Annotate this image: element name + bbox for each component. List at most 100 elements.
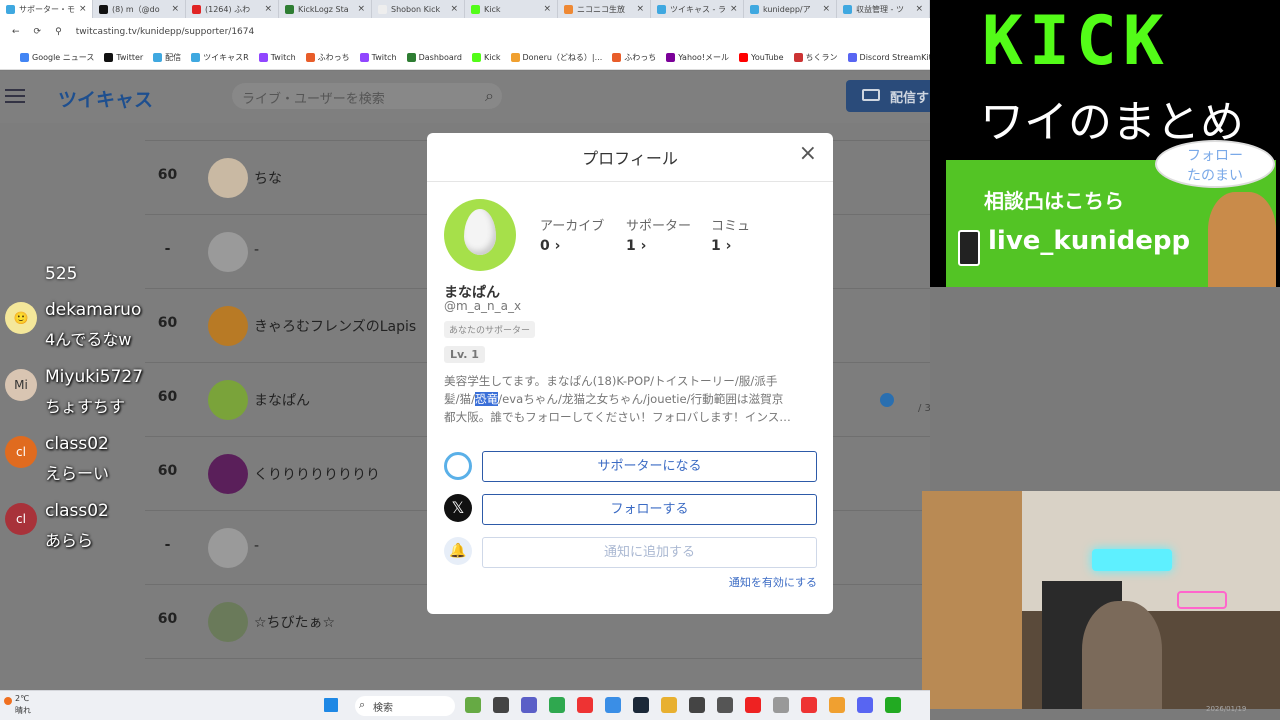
avatar[interactable] bbox=[208, 528, 248, 568]
search-input[interactable]: ライブ・ユーザーを検索 ⌕ bbox=[232, 83, 502, 109]
avatar[interactable] bbox=[208, 380, 248, 420]
add-notification-button[interactable]: 通知に追加する bbox=[482, 537, 817, 568]
taskbar-app-icon[interactable] bbox=[661, 697, 677, 713]
supporter-name[interactable]: - bbox=[254, 242, 259, 258]
supporter-name[interactable]: くりりりりりりりり bbox=[254, 464, 380, 484]
close-tab-icon[interactable]: × bbox=[264, 4, 272, 14]
taskbar-app-icon[interactable] bbox=[577, 697, 593, 713]
bookmark-label: Twitch bbox=[371, 53, 397, 62]
site-logo[interactable]: ツイキャス bbox=[58, 85, 153, 112]
bookmark-favicon-icon bbox=[612, 53, 622, 62]
weather-desc: 晴れ bbox=[15, 706, 31, 715]
taskbar-app-icon[interactable] bbox=[717, 697, 733, 713]
bookmark-item[interactable]: ツイキャスR bbox=[191, 52, 249, 63]
bookmark-item[interactable]: ふわっち bbox=[612, 52, 656, 63]
close-tab-icon[interactable]: × bbox=[915, 4, 923, 14]
follow-bubble: フォロー たのまい bbox=[1155, 140, 1275, 188]
supporter-name[interactable]: ☆ちびたぁ☆ bbox=[254, 612, 335, 632]
stat-archive-label: アーカイブ bbox=[540, 219, 605, 234]
site-info-icon[interactable]: ⚲ bbox=[55, 27, 62, 37]
avatar[interactable] bbox=[208, 306, 248, 346]
taskbar-app-icon[interactable] bbox=[633, 697, 649, 713]
close-tab-icon[interactable]: × bbox=[450, 4, 458, 14]
avatar[interactable] bbox=[208, 602, 248, 642]
avatar[interactable] bbox=[208, 232, 248, 272]
supporter-name[interactable]: - bbox=[254, 538, 259, 554]
browser-tab[interactable]: ニコニコ生放 × bbox=[558, 0, 651, 18]
taskbar-app-icon[interactable] bbox=[521, 697, 537, 713]
windows-start-icon[interactable] bbox=[324, 698, 338, 712]
taskbar-search-label: 検索 bbox=[373, 703, 393, 714]
taskbar-app-icon[interactable] bbox=[829, 697, 845, 713]
taskbar-app-icon[interactable] bbox=[801, 697, 817, 713]
back-icon[interactable]: ← bbox=[12, 27, 20, 37]
bookmark-item[interactable]: Yahoo!メール bbox=[666, 52, 729, 63]
tab-title: KickLogz Sta bbox=[298, 4, 349, 14]
browser-tab[interactable]: Kick × bbox=[465, 0, 558, 18]
close-tab-icon[interactable]: × bbox=[636, 4, 644, 14]
taskbar-app-icon[interactable] bbox=[689, 697, 705, 713]
avatar[interactable] bbox=[208, 454, 248, 494]
browser-tab[interactable]: 収益管理 - ツ × bbox=[837, 0, 930, 18]
url-text[interactable]: twitcasting.tv/kunidepp/supporter/1674 bbox=[76, 27, 255, 37]
browser-tab[interactable]: KickLogz Sta × bbox=[279, 0, 372, 18]
stat-archive-value[interactable]: 0 › bbox=[540, 238, 560, 254]
taskbar-search[interactable]: ⌕ 検索 bbox=[355, 696, 455, 716]
menu-icon[interactable] bbox=[5, 89, 25, 103]
close-tab-icon[interactable]: × bbox=[171, 4, 179, 14]
stat-supporter-value[interactable]: 1 › bbox=[626, 238, 646, 254]
bookmark-label: Google ニュース bbox=[32, 53, 95, 62]
browser-tab[interactable]: kunidepp/ア × bbox=[744, 0, 837, 18]
bookmark-item[interactable]: ふわっち bbox=[305, 52, 350, 63]
close-tab-icon[interactable]: × bbox=[357, 4, 365, 14]
taskbar-app-icon[interactable] bbox=[605, 697, 621, 713]
avatar[interactable] bbox=[208, 158, 248, 198]
browser-tab[interactable]: (1264) ふわ × bbox=[186, 0, 279, 18]
close-tab-icon[interactable]: × bbox=[79, 4, 87, 14]
bookmark-item[interactable]: Kick bbox=[472, 53, 501, 62]
profile-avatar[interactable] bbox=[444, 199, 516, 271]
enable-notifications-link[interactable]: 通知を有効にする bbox=[729, 574, 817, 590]
browser-tab[interactable]: サポーター・モ × bbox=[0, 0, 93, 18]
browser-tab[interactable]: ツイキャス - ラ × bbox=[651, 0, 744, 18]
egg-icon bbox=[464, 209, 496, 255]
taskbar-app-icon[interactable] bbox=[773, 697, 789, 713]
supporter-name[interactable]: きゃろむフレンズのLapis bbox=[254, 316, 416, 336]
bookmark-item[interactable]: 配信 bbox=[153, 52, 181, 63]
bookmark-item[interactable]: Dashboard bbox=[406, 53, 462, 62]
reload-icon[interactable]: ⟳ bbox=[34, 27, 42, 37]
tab-title: ニコニコ生放 bbox=[577, 4, 625, 14]
supporter-name[interactable]: ちな bbox=[254, 168, 282, 188]
taskbar-app-icon[interactable] bbox=[493, 697, 509, 713]
bookmark-item[interactable]: Doneru（どねる）|... bbox=[510, 52, 602, 63]
commenter-name: class02 bbox=[45, 501, 109, 521]
taskbar-app-icon[interactable] bbox=[549, 697, 565, 713]
bookmark-item[interactable]: YouTube bbox=[739, 53, 784, 62]
bookmark-item[interactable]: ちくラン bbox=[793, 52, 838, 63]
search-icon[interactable]: ⌕ bbox=[485, 86, 494, 106]
bookmark-item[interactable]: Twitch bbox=[359, 53, 397, 62]
close-tab-icon[interactable]: × bbox=[730, 4, 738, 14]
follow-button[interactable]: フォローする bbox=[482, 494, 817, 525]
bookmark-item[interactable]: Twitch bbox=[258, 53, 296, 62]
taskbar-app-icon[interactable] bbox=[465, 697, 481, 713]
close-tab-icon[interactable]: × bbox=[543, 4, 551, 14]
stat-community-value[interactable]: 1 › bbox=[711, 238, 731, 254]
taskbar-app-icon[interactable] bbox=[857, 697, 873, 713]
browser-tab[interactable]: Shobon Kick × bbox=[372, 0, 465, 18]
close-tab-icon[interactable]: × bbox=[822, 4, 830, 14]
bookmark-item[interactable]: Twitter bbox=[104, 53, 143, 62]
supporter-name[interactable]: まなぱん bbox=[254, 390, 310, 410]
browser-tab[interactable]: (8) m（@do × bbox=[93, 0, 186, 18]
become-supporter-button[interactable]: サポーターになる bbox=[482, 451, 817, 482]
bookmark-item[interactable]: Google ニュース bbox=[20, 52, 94, 63]
consult-line2: live_kunidepp bbox=[988, 226, 1191, 256]
close-icon[interactable]: × bbox=[799, 141, 817, 166]
bookmarks-bar: Google ニュース Twitter 配信 ツイキャスR Twitch ふわっち Twit… bbox=[0, 46, 930, 70]
taskbar-app-icon[interactable] bbox=[745, 697, 761, 713]
bookmark-item[interactable]: Discord StreamKit O... bbox=[847, 53, 930, 62]
go-live-button[interactable]: 配信す bbox=[846, 80, 930, 112]
taskbar-app-icon[interactable] bbox=[885, 697, 901, 713]
comment-text: ちょすちす bbox=[45, 397, 126, 416]
camera-icon bbox=[862, 89, 880, 101]
